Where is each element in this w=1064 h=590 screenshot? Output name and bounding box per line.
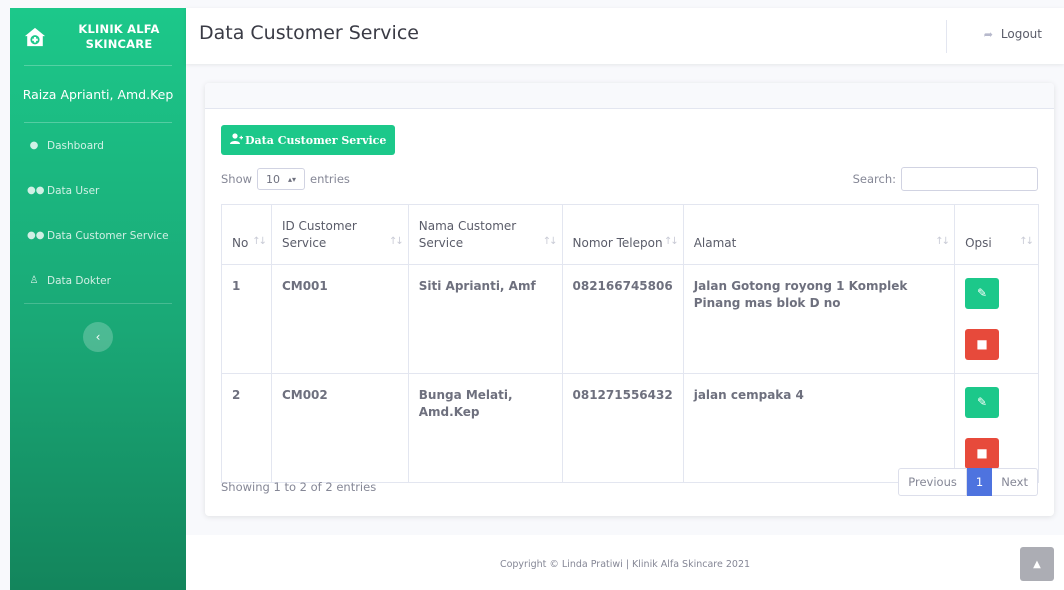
search-input[interactable]	[901, 167, 1038, 191]
add-customer-service-button[interactable]: Data Customer Service	[221, 125, 396, 155]
sort-icon: ↑↓	[935, 236, 950, 247]
sidebar-item-dashboard[interactable]: ● Dashboard	[10, 123, 186, 168]
logout-button[interactable]: ➦ Logout	[984, 27, 1042, 41]
column-header-no[interactable]: No ↑↓	[221, 204, 272, 265]
entries-value: 10	[266, 172, 281, 186]
copyright: Copyright © Linda Pratiwi | Klinik Alfa …	[499, 559, 751, 570]
cell-no: 1	[221, 264, 272, 374]
cell-no: 2	[221, 373, 272, 483]
cell-id: CM001	[270, 264, 409, 374]
column-header-telepon[interactable]: Nomor Telepon ↑↓	[561, 204, 684, 265]
cell-telepon: 082166745806	[561, 264, 684, 374]
table-header-row: No ↑↓ ID Customer Service ↑↓ Nama Customer…	[221, 204, 1039, 265]
sidebar-item-data-dokter[interactable]: ♙ Data Dokter	[10, 258, 186, 303]
sidebar-item-label: Data Customer Service	[47, 229, 169, 242]
column-header-nama[interactable]: Nama Customer Service ↑↓	[407, 204, 563, 265]
delete-button[interactable]: ■	[965, 438, 1000, 469]
cell-opsi: ✎ ■	[954, 373, 1039, 483]
users-icon: ●●	[27, 230, 45, 241]
column-header-opsi[interactable]: Opsi ↑↓	[954, 204, 1039, 265]
page-title: Data Customer Service	[199, 22, 419, 44]
sort-icon: ↑↓	[663, 236, 679, 247]
sidebar-item-label: Dashboard	[47, 139, 104, 152]
brand-name: KLINIK ALFA SKINCARE	[78, 21, 160, 51]
chevron-up-icon: ▲	[1033, 558, 1041, 570]
data-card: Data Customer Service Show 10 ▴▾ entries…	[205, 83, 1054, 516]
show-label: Show	[221, 172, 253, 186]
doctor-icon: ♙	[29, 275, 39, 286]
edit-button[interactable]: ✎	[965, 278, 1000, 309]
user-plus-icon	[230, 133, 243, 147]
cell-id: CM002	[270, 373, 409, 483]
card-header	[205, 83, 1054, 109]
page-1-button[interactable]: 1	[966, 468, 993, 496]
footer: Copyright © Linda Pratiwi | Klinik Alfa …	[186, 535, 1064, 590]
table-row: 1 CM001 Siti Aprianti, Amf 082166745806 …	[221, 264, 1039, 374]
sidebar-item-label: Data User	[47, 184, 100, 197]
trash-icon: ■	[976, 446, 988, 460]
cell-alamat: jalan cempaka 4	[682, 373, 956, 483]
entries-select[interactable]: 10 ▴▾	[257, 168, 306, 190]
topbar-divider	[946, 20, 947, 53]
search: Search:	[853, 167, 1038, 191]
trash-icon: ■	[976, 337, 988, 351]
cell-opsi: ✎ ■	[954, 264, 1039, 374]
column-header-alamat[interactable]: Alamat ↑↓	[682, 204, 956, 265]
sidebar-item-data-user[interactable]: ●● Data User	[10, 168, 186, 213]
logout-label: Logout	[1000, 27, 1042, 41]
sidebar-divider	[24, 303, 172, 304]
cell-telepon: 081271556432	[561, 373, 684, 483]
customer-service-table: No ↑↓ ID Customer Service ↑↓ Nama Customer…	[221, 204, 1039, 483]
next-page-button[interactable]: Next	[992, 468, 1038, 496]
topbar: Data Customer Service ➦ Logout	[186, 8, 1064, 64]
sort-icon: ↑↓	[252, 236, 267, 247]
cell-nama: Bunga Melati, Amd.Kep	[407, 373, 563, 483]
add-button-label: Data Customer Service	[245, 133, 387, 147]
users-icon: ●●	[27, 185, 45, 196]
edit-button[interactable]: ✎	[965, 387, 1000, 418]
edit-icon: ✎	[977, 286, 988, 300]
show-entries: Show 10 ▴▾ entries	[221, 168, 350, 190]
table-row: 2 CM002 Bunga Melati, Amd.Kep 0812715564…	[221, 373, 1039, 483]
cell-alamat: Jalan Gotong royong 1 Komplek Pinang mas…	[682, 264, 956, 374]
cell-nama: Siti Aprianti, Amf	[407, 264, 563, 374]
sidebar-item-data-customer-service[interactable]: ●● Data Customer Service	[10, 213, 186, 258]
edit-icon: ✎	[977, 395, 988, 409]
chevron-left-icon: ‹	[95, 330, 101, 344]
sign-out-icon: ➦	[983, 27, 993, 41]
sidebar-item-label: Data Dokter	[47, 274, 111, 287]
delete-button[interactable]: ■	[965, 329, 1000, 360]
entries-label: entries	[310, 172, 350, 186]
sort-icon: ↑↓	[388, 236, 404, 247]
palette-icon: ●	[29, 140, 39, 151]
sort-icon: ↑↓	[542, 236, 558, 247]
sidebar: KLINIK ALFA SKINCARE Raiza Aprianti, Amd…	[10, 8, 186, 590]
select-caret-icon: ▴▾	[288, 174, 297, 184]
sort-icon: ↑↓	[1019, 236, 1034, 247]
previous-page-button[interactable]: Previous	[898, 468, 967, 496]
pagination: Previous 1 Next	[898, 468, 1038, 496]
scroll-to-top-button[interactable]: ▲	[1020, 547, 1054, 581]
clinic-home-icon	[24, 27, 46, 46]
brand-link[interactable]: KLINIK ALFA SKINCARE	[10, 8, 186, 65]
table-info: Showing 1 to 2 of 2 entries	[221, 480, 377, 494]
user-name: Raiza Aprianti, Amd.Kep	[22, 86, 174, 102]
search-label: Search:	[852, 172, 896, 186]
sidebar-toggle-button[interactable]: ‹	[83, 322, 113, 352]
column-header-id[interactable]: ID Customer Service ↑↓	[270, 204, 409, 265]
